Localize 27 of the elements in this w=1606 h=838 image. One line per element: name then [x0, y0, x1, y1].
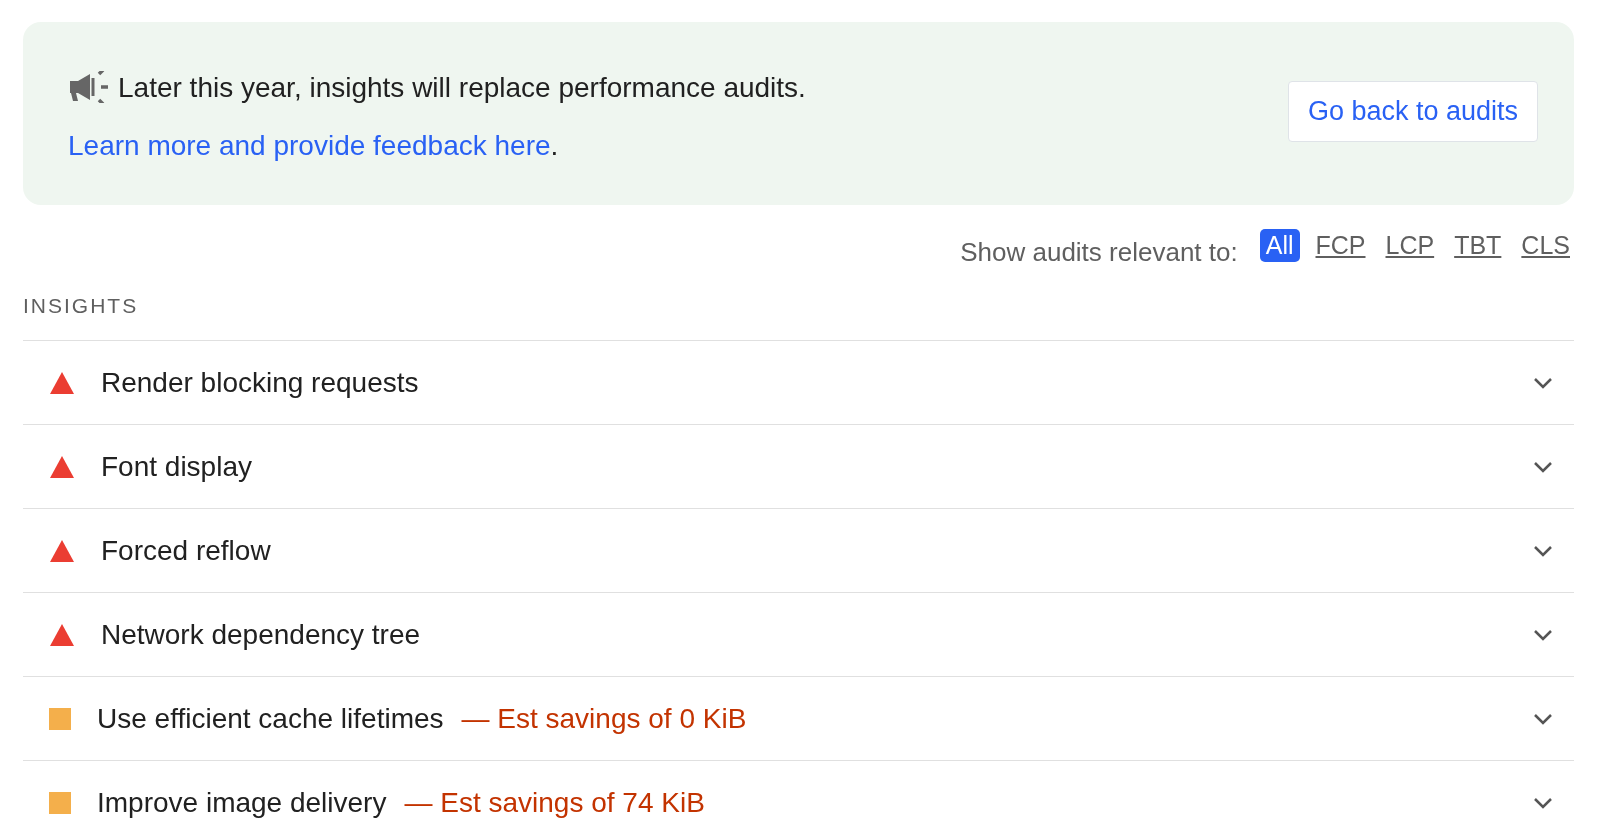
chevron-down-icon[interactable]: [1532, 375, 1554, 390]
filter-chip[interactable]: FCP: [1311, 228, 1370, 262]
audit-title[interactable]: Network dependency tree: [101, 618, 421, 651]
square-icon: [49, 707, 71, 730]
banner-message: Later this year, insights will replace performance audits. Learn more and provide feedback here.: [67, 70, 807, 163]
audit-title[interactable]: Font display: [101, 450, 252, 483]
filter-chip[interactable]: CLS: [1517, 228, 1574, 262]
audit-title[interactable]: Improve image delivery: [97, 786, 387, 819]
go-back-button[interactable]: Go back to audits: [1287, 81, 1538, 142]
chevron-down-icon[interactable]: [1532, 543, 1554, 558]
chevron-down-icon[interactable]: [1532, 459, 1554, 474]
filter-label: Show audits relevant to:: [960, 236, 1238, 268]
filter-chip[interactable]: LCP: [1381, 228, 1439, 262]
filter-chip[interactable]: TBT: [1450, 228, 1506, 262]
audit-title[interactable]: Use efficient cache lifetimes: [97, 702, 444, 735]
chevron-down-icon[interactable]: [1532, 627, 1554, 642]
audit-title[interactable]: Forced reflow: [101, 534, 271, 567]
chevron-down-icon[interactable]: [1532, 795, 1554, 810]
audit-title[interactable]: Render blocking requests: [101, 366, 419, 399]
megaphone-icon: [68, 71, 110, 103]
chevron-down-icon[interactable]: [1532, 711, 1554, 726]
section-title: INSIGHTS: [23, 293, 140, 319]
filter-chip[interactable]: All: [1259, 228, 1300, 262]
square-icon: [49, 791, 71, 814]
savings-text: — Est savings of 0 KiB: [461, 702, 747, 735]
feedback-link[interactable]: Learn more and provide feedback here: [68, 130, 551, 161]
savings-text: — Est savings of 74 KiB: [404, 786, 705, 819]
